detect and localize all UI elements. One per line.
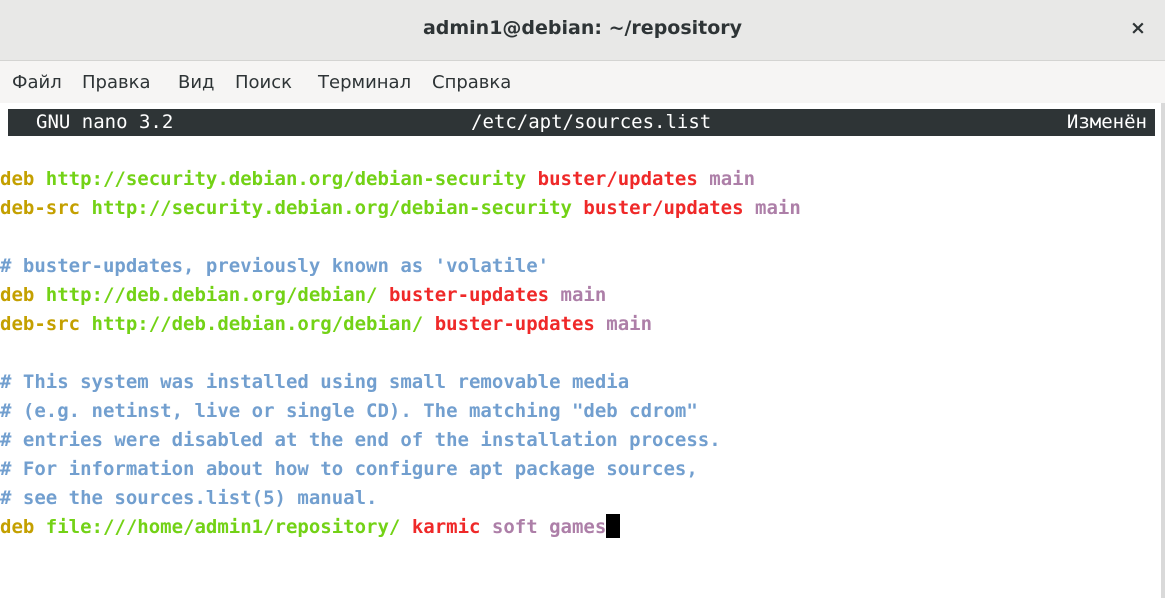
menu-bar: Файл Правка Вид Поиск Терминал Справка: [0, 61, 1165, 103]
token-comment: # see the sources.list(5) manual.: [0, 487, 378, 509]
token-url: http://deb.debian.org/debian/: [45, 284, 389, 306]
window-title: admin1@debian: ~/repository: [422, 17, 743, 39]
menu-view[interactable]: Вид: [178, 72, 215, 93]
token-suite: buster-updates: [388, 284, 550, 306]
token-keyword: deb: [0, 284, 46, 306]
token-suite: karmic: [411, 516, 481, 538]
token-keyword: deb-src: [0, 313, 92, 335]
editor-line[interactable]: deb-src http://security.debian.org/debia…: [0, 194, 1165, 223]
nano-filename: /etc/apt/sources.list: [471, 111, 712, 133]
editor-line[interactable]: # buster-updates, previously known as 'v…: [0, 252, 1165, 281]
token-component: main: [549, 284, 607, 306]
menu-terminal[interactable]: Терминал: [318, 72, 411, 93]
editor-line[interactable]: # This system was installed using small …: [0, 368, 1165, 397]
token-suite: buster/updates: [537, 168, 698, 190]
token-url: http://security.debian.org/debian-securi…: [91, 197, 584, 219]
token-comment: # This system was installed using small …: [0, 371, 630, 393]
token-url: http://deb.debian.org/debian/: [91, 313, 435, 335]
editor-line[interactable]: deb-src http://deb.debian.org/debian/ bu…: [0, 310, 1165, 339]
menu-edit[interactable]: Правка: [82, 72, 151, 93]
token-suite: buster/updates: [583, 197, 744, 219]
token-comment: # entries were disabled at the end of th…: [0, 429, 721, 451]
editor-line[interactable]: deb file:///home/admin1/repository/ karm…: [0, 513, 1165, 542]
editor-line[interactable]: deb http://deb.debian.org/debian/ buster…: [0, 281, 1165, 310]
token-keyword: deb-src: [0, 197, 92, 219]
close-icon[interactable]: ×: [1125, 15, 1151, 41]
menu-file[interactable]: Файл: [12, 72, 62, 93]
terminal-window: admin1@debian: ~/repository × Файл Правк…: [0, 0, 1165, 598]
nano-title-bar: GNU nano 3.2 /etc/apt/sources.list Измен…: [8, 109, 1155, 136]
editor-blank-line[interactable]: [0, 223, 1165, 252]
token-component: main: [743, 197, 801, 219]
editor-line[interactable]: # (e.g. netinst, live or single CD). The…: [0, 397, 1165, 426]
token-keyword: deb: [0, 516, 46, 538]
token-comment: # buster-updates, previously known as 'v…: [0, 255, 550, 277]
menu-search[interactable]: Поиск: [235, 72, 292, 93]
token-component: main: [697, 168, 756, 190]
editor-line[interactable]: # entries were disabled at the end of th…: [0, 426, 1165, 455]
token-url: file:///home/admin1/repository/: [45, 516, 412, 538]
nano-modified-status: Изменён: [1066, 111, 1147, 133]
nano-version: GNU nano 3.2: [36, 111, 174, 133]
token-comment: # (e.g. netinst, live or single CD). The…: [0, 400, 698, 422]
editor-line[interactable]: deb http://security.debian.org/debian-se…: [0, 165, 1165, 194]
token-url: http://security.debian.org/debian-securi…: [45, 168, 538, 190]
editor-buffer[interactable]: deb http://security.debian.org/debian-se…: [0, 165, 1165, 542]
editor-blank-line[interactable]: [0, 339, 1165, 368]
token-suite: buster-updates: [434, 313, 595, 335]
menu-help[interactable]: Справка: [432, 72, 511, 93]
editor-line[interactable]: # see the sources.list(5) manual.: [0, 484, 1165, 513]
token-comment: # For information about how to configure…: [0, 458, 698, 480]
terminal-area[interactable]: GNU nano 3.2 /etc/apt/sources.list Измен…: [0, 103, 1165, 598]
scrollbar[interactable]: [1161, 103, 1165, 598]
token-component: soft games: [480, 516, 607, 538]
token-component: main: [594, 313, 653, 335]
text-cursor: [606, 514, 621, 538]
title-bar[interactable]: admin1@debian: ~/repository ×: [0, 0, 1165, 61]
token-keyword: deb: [0, 168, 46, 190]
editor-line[interactable]: # For information about how to configure…: [0, 455, 1165, 484]
